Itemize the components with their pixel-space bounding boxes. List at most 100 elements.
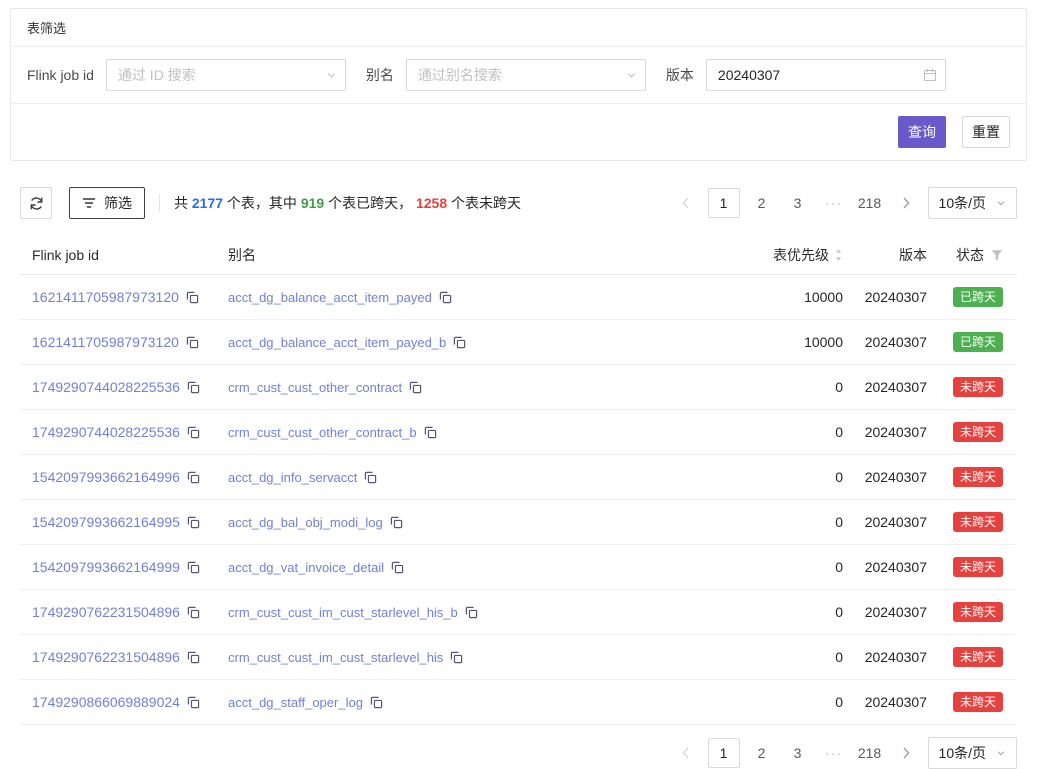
flink-job-id-cell: 1749290744028225536 — [32, 424, 228, 440]
page-size-select[interactable]: 10条/页 — [928, 737, 1017, 769]
flink-job-id-cell: 1542097993662164999 — [32, 559, 228, 575]
divider — [159, 194, 160, 212]
status-cell: 未跨天 — [927, 377, 1003, 397]
table-row: 1542097993662164996 acct_dg_info_servacc… — [20, 455, 1017, 500]
page-size-select[interactable]: 10条/页 — [928, 187, 1017, 219]
next-page-button[interactable] — [892, 738, 920, 768]
flink-job-id-link[interactable]: 1542097993662164995 — [32, 514, 180, 530]
flink-job-id-cell: 1621411705987973120 — [32, 289, 228, 305]
page-button-last[interactable]: 218 — [856, 738, 884, 768]
prev-page-button[interactable] — [672, 188, 700, 218]
alias-link[interactable]: acct_dg_vat_invoice_detail — [228, 560, 384, 575]
chevron-down-icon — [326, 70, 337, 81]
version-cell: 20240307 — [843, 694, 927, 710]
flink-job-id-link[interactable]: 1749290762231504896 — [32, 649, 180, 665]
table-row: 1749290744028225536 crm_cust_cust_other_… — [20, 365, 1017, 410]
filter-card: 表筛选 Flink job id 别名 — [10, 8, 1027, 161]
page-button-2[interactable]: 2 — [748, 188, 776, 218]
flink-job-id-cell: 1749290762231504896 — [32, 604, 228, 620]
alias-link[interactable]: acct_dg_bal_obj_modi_log — [228, 515, 383, 530]
total-count: 2177 — [192, 195, 223, 211]
flink-job-id-link[interactable]: 1621411705987973120 — [32, 334, 179, 350]
copy-icon[interactable] — [187, 651, 200, 664]
flink-job-id-link[interactable]: 1749290744028225536 — [32, 424, 180, 440]
column-header-alias: 别名 — [228, 245, 723, 265]
copy-icon[interactable] — [187, 471, 200, 484]
copy-icon[interactable] — [409, 381, 422, 394]
version-cell: 20240307 — [843, 604, 927, 620]
alias-cell: crm_cust_cust_other_contract_b — [228, 424, 723, 440]
priority-cell: 0 — [723, 424, 843, 440]
flink-job-id-input[interactable] — [106, 59, 346, 91]
summary-text: 共 2177 个表，其中 919 个表已跨天， 1258 个表未跨天 — [174, 193, 521, 213]
copy-icon[interactable] — [186, 336, 199, 349]
filter-funnel-icon[interactable] — [991, 249, 1003, 261]
refresh-icon — [29, 196, 44, 211]
pagination-bottom: 1 2 3 ··· 218 10条/页 — [672, 737, 1017, 769]
copy-icon[interactable] — [186, 291, 199, 304]
priority-cell: 10000 — [723, 289, 843, 305]
copy-icon[interactable] — [364, 471, 377, 484]
flink-job-id-cell: 1542097993662164996 — [32, 469, 228, 485]
version-input[interactable] — [706, 59, 946, 91]
sort-icon[interactable] — [834, 248, 843, 262]
copy-icon[interactable] — [465, 606, 478, 619]
filter-card-title: 表筛选 — [11, 9, 1026, 47]
flink-job-id-link[interactable]: 1749290762231504896 — [32, 604, 180, 620]
alias-link[interactable]: crm_cust_cust_other_contract — [228, 380, 402, 395]
page-button-1[interactable]: 1 — [708, 188, 740, 218]
page-ellipsis[interactable]: ··· — [820, 738, 848, 768]
priority-cell: 0 — [723, 379, 843, 395]
column-header-status[interactable]: 状态 — [927, 245, 1003, 265]
table-row: 1621411705987973120 acct_dg_balance_acct… — [20, 275, 1017, 320]
version-cell: 20240307 — [843, 289, 927, 305]
column-header-priority[interactable]: 表优先级 — [723, 245, 843, 265]
flink-job-id-link[interactable]: 1542097993662164996 — [32, 469, 180, 485]
copy-icon[interactable] — [370, 696, 383, 709]
version-cell: 20240307 — [843, 469, 927, 485]
copy-icon[interactable] — [187, 426, 200, 439]
copy-icon[interactable] — [390, 516, 403, 529]
priority-cell: 0 — [723, 694, 843, 710]
page-button-1[interactable]: 1 — [708, 738, 740, 768]
flink-job-id-link[interactable]: 1621411705987973120 — [32, 289, 179, 305]
next-page-button[interactable] — [892, 188, 920, 218]
search-button[interactable]: 查询 — [898, 116, 946, 148]
alias-input[interactable] — [406, 59, 646, 91]
copy-icon[interactable] — [391, 561, 404, 574]
flink-job-id-cell: 1621411705987973120 — [32, 334, 228, 350]
copy-icon[interactable] — [187, 516, 200, 529]
filter-button[interactable]: 筛选 — [69, 187, 145, 219]
copy-icon[interactable] — [187, 606, 200, 619]
copy-icon[interactable] — [187, 381, 200, 394]
filter-actions: 查询 重置 — [11, 103, 1026, 160]
alias-link[interactable]: crm_cust_cust_im_cust_starlevel_his_b — [228, 605, 458, 620]
page-ellipsis[interactable]: ··· — [820, 188, 848, 218]
flink-job-id-link[interactable]: 1542097993662164999 — [32, 559, 180, 575]
status-badge: 未跨天 — [953, 467, 1003, 487]
copy-icon[interactable] — [187, 696, 200, 709]
refresh-button[interactable] — [20, 187, 52, 219]
reset-button[interactable]: 重置 — [962, 116, 1010, 148]
version-cell: 20240307 — [843, 559, 927, 575]
page-button-3[interactable]: 3 — [784, 738, 812, 768]
flink-job-id-link[interactable]: 1749290866069889024 — [32, 694, 180, 710]
flink-job-id-link[interactable]: 1749290744028225536 — [32, 379, 180, 395]
page-button-3[interactable]: 3 — [784, 188, 812, 218]
copy-icon[interactable] — [424, 426, 437, 439]
copy-icon[interactable] — [439, 291, 452, 304]
table-body: 1621411705987973120 acct_dg_balance_acct… — [20, 275, 1017, 725]
copy-icon[interactable] — [450, 651, 463, 664]
prev-page-button[interactable] — [672, 738, 700, 768]
page-button-2[interactable]: 2 — [748, 738, 776, 768]
alias-link[interactable]: acct_dg_balance_acct_item_payed_b — [228, 335, 446, 350]
alias-link[interactable]: acct_dg_info_servacct — [228, 470, 357, 485]
page-button-last[interactable]: 218 — [856, 188, 884, 218]
alias-link[interactable]: crm_cust_cust_im_cust_starlevel_his — [228, 650, 443, 665]
priority-cell: 0 — [723, 559, 843, 575]
alias-link[interactable]: crm_cust_cust_other_contract_b — [228, 425, 417, 440]
alias-link[interactable]: acct_dg_staff_oper_log — [228, 695, 363, 710]
copy-icon[interactable] — [453, 336, 466, 349]
alias-link[interactable]: acct_dg_balance_acct_item_payed — [228, 290, 432, 305]
copy-icon[interactable] — [187, 561, 200, 574]
